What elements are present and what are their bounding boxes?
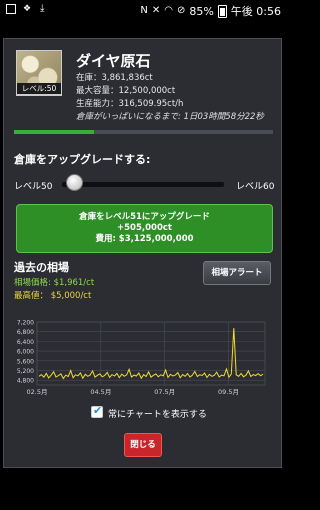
- upgrade-button-title: 倉庫をレベル51にアップグレード: [79, 212, 210, 222]
- mute-icon: ✕: [151, 5, 161, 16]
- highest-price-text: 最高値： $5,000/ct: [14, 291, 92, 301]
- chart-y-tick-label: 4,800: [17, 378, 34, 385]
- slider-max-label: レベル60: [236, 182, 275, 192]
- upgrade-button[interactable]: 倉庫をレベル51にアップグレード +505,000ct 費用: $3,125,0…: [16, 204, 273, 253]
- full-time-text: 倉庫がいっぱいになるまで: 1日03時間58分22秒: [76, 112, 264, 122]
- slider-min-label: レベル50: [14, 182, 53, 192]
- nfc-icon: N: [140, 5, 148, 16]
- capacity-progress-fill: [14, 130, 95, 134]
- blocked-icon: ⊘: [176, 5, 186, 16]
- level-slider-track[interactable]: [62, 182, 224, 187]
- battery-percent: 85%: [189, 4, 214, 18]
- upgrade-button-cost: 費用: $3,125,000,000: [95, 234, 194, 244]
- chart-x-tick-label: 09.5月: [218, 388, 239, 396]
- item-title: ダイヤ原石: [76, 52, 151, 70]
- chart-x-tick-label: 04.5月: [90, 388, 111, 396]
- notification-icons: ❖ ⤓: [6, 4, 50, 14]
- stock-text: 在庫：3,861,836ct: [76, 73, 153, 83]
- chart-x-tick-label: 02.5月: [27, 388, 48, 396]
- price-history-chart: 4,800 5,200 5,600 6,000 6,400 6,800 7,200 02.5月…: [17, 320, 266, 396]
- production-text: 生産能力：316,509.95ct/h: [76, 99, 184, 109]
- dropbox-icon: ❖: [23, 4, 32, 14]
- wifi-icon: ◠: [164, 5, 173, 16]
- item-level-badge: レベル:50: [16, 83, 62, 95]
- image-icon: [6, 4, 16, 14]
- history-heading: 過去の相場: [14, 261, 69, 274]
- chart-y-tick-label: 6,000: [17, 349, 34, 356]
- upgrade-heading: 倉庫をアップグレードする:: [14, 153, 151, 166]
- status-bar: ❖ ⤓ N ✕ ◠ ⊘ 85% 午後 0:56: [0, 0, 287, 22]
- clock: 午後 0:56: [230, 5, 281, 18]
- system-icons: N ✕ ◠ ⊘ 85% 午後 0:56: [140, 3, 281, 19]
- chart-y-tick-label: 5,600: [17, 358, 34, 365]
- always-show-chart-label: 常にチャートを表示する: [108, 410, 207, 420]
- capacity-text: 最大容量：12,500,000ct: [76, 86, 176, 96]
- battery-icon: [217, 4, 227, 18]
- close-button[interactable]: 閉じる: [124, 433, 162, 457]
- capacity-progress-bar: [14, 130, 273, 134]
- price-alert-button[interactable]: 相場アラート: [203, 261, 271, 285]
- always-show-chart-checkbox[interactable]: ✔: [91, 404, 103, 418]
- check-icon: ✔: [93, 404, 103, 417]
- upgrade-button-capacity: +505,000ct: [117, 223, 172, 233]
- chart-y-tick-label: 6,800: [17, 329, 34, 336]
- chart-x-tick-label: 07.5月: [154, 388, 175, 396]
- download-icon: ⤓: [40, 3, 45, 14]
- chart-y-tick-label: 7,200: [17, 320, 34, 327]
- chart-y-tick-label: 5,200: [17, 368, 34, 375]
- level-slider-thumb[interactable]: [66, 174, 83, 191]
- chart-y-tick-label: 6,400: [17, 339, 34, 346]
- navigation-bar: [0, 470, 287, 510]
- warehouse-dialog: レベル:50 ダイヤ原石 在庫：3,861,836ct 最大容量：12,500,…: [3, 38, 282, 468]
- market-price-text: 相場価格: $1,961/ct: [14, 278, 95, 288]
